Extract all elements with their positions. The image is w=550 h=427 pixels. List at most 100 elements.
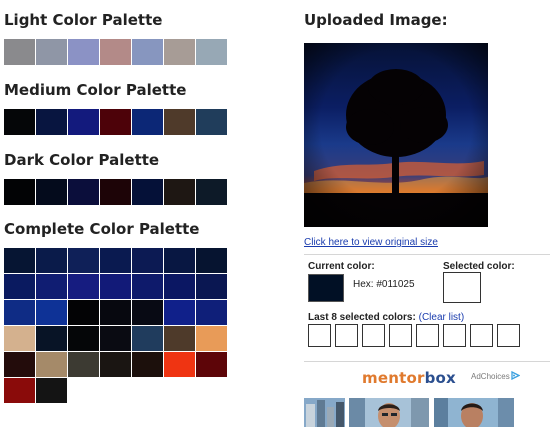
complete-palette-swatch[interactable] xyxy=(132,300,163,325)
dark-palette-swatch[interactable] xyxy=(132,179,163,205)
complete-palette-swatch[interactable] xyxy=(68,326,99,351)
light-palette-swatch[interactable] xyxy=(164,39,195,65)
complete-palette-swatch[interactable] xyxy=(36,274,67,299)
light-palette-swatch[interactable] xyxy=(100,39,131,65)
dark-palette-swatch[interactable] xyxy=(196,179,227,205)
medium-palette-swatch[interactable] xyxy=(132,109,163,135)
uploaded-image-title: Uploaded Image: xyxy=(304,11,448,29)
complete-palette-swatch[interactable] xyxy=(68,352,99,377)
divider xyxy=(304,254,550,255)
complete-palette-swatch[interactable] xyxy=(196,274,227,299)
complete-palette-swatch[interactable] xyxy=(100,248,131,273)
complete-palette-swatch[interactable] xyxy=(68,300,99,325)
complete-palette-swatch[interactable] xyxy=(100,274,131,299)
complete-palette-swatch[interactable] xyxy=(100,326,131,351)
complete-palette-swatch[interactable] xyxy=(196,300,227,325)
complete-palette-swatch[interactable] xyxy=(36,248,67,273)
history-color-slot[interactable] xyxy=(443,324,466,347)
light-palette-swatch[interactable] xyxy=(196,39,227,65)
divider xyxy=(304,361,550,362)
adchoices-triangle-icon xyxy=(511,370,521,382)
hex-prefix: Hex: xyxy=(353,279,377,290)
ad-choices[interactable]: AdChoices xyxy=(471,370,521,382)
complete-palette-swatch[interactable] xyxy=(196,326,227,351)
complete-palette-swatch[interactable] xyxy=(164,326,195,351)
current-color-hex: Hex: #011025 xyxy=(353,279,415,290)
medium-palette-swatches xyxy=(4,109,227,135)
uploaded-image[interactable] xyxy=(304,43,488,227)
history-color-slot[interactable] xyxy=(497,324,520,347)
medium-palette-swatch[interactable] xyxy=(196,109,227,135)
dark-palette-swatches xyxy=(4,179,227,205)
complete-palette-swatch[interactable] xyxy=(68,274,99,299)
light-palette-swatch[interactable] xyxy=(132,39,163,65)
medium-palette-swatch[interactable] xyxy=(100,109,131,135)
light-palette: Light Color Palette xyxy=(4,10,227,65)
light-palette-title: Light Color Palette xyxy=(4,11,163,29)
light-palette-swatches xyxy=(4,39,227,65)
complete-palette-swatch[interactable] xyxy=(4,274,35,299)
complete-palette-title: Complete Color Palette xyxy=(4,220,200,238)
medium-palette-swatch[interactable] xyxy=(164,109,195,135)
selected-color-swatch[interactable] xyxy=(443,272,481,303)
selected-colors-history xyxy=(308,324,520,347)
light-palette-swatch[interactable] xyxy=(68,39,99,65)
dark-palette-swatch[interactable] xyxy=(100,179,131,205)
complete-palette-swatch[interactable] xyxy=(196,352,227,377)
medium-palette-swatch[interactable] xyxy=(4,109,35,135)
clear-list-link[interactable]: (Clear list) xyxy=(419,312,465,323)
complete-palette-swatch[interactable] xyxy=(4,326,35,351)
dark-palette-swatch[interactable] xyxy=(36,179,67,205)
current-color-label: Current color: xyxy=(308,261,375,272)
dark-palette-swatch[interactable] xyxy=(4,179,35,205)
view-original-size-link[interactable]: Click here to view original size xyxy=(304,237,438,248)
history-color-slot[interactable] xyxy=(389,324,412,347)
last-selected-title: Last 8 selected colors: xyxy=(308,312,416,323)
history-color-slot[interactable] xyxy=(335,324,358,347)
complete-palette-swatch[interactable] xyxy=(196,248,227,273)
history-color-slot[interactable] xyxy=(308,324,331,347)
light-palette-swatch[interactable] xyxy=(36,39,67,65)
history-color-slot[interactable] xyxy=(362,324,385,347)
ad-choices-label: AdChoices xyxy=(471,372,510,381)
complete-palette-swatch[interactable] xyxy=(4,378,35,403)
medium-palette-title: Medium Color Palette xyxy=(4,81,187,99)
dark-palette-swatch[interactable] xyxy=(68,179,99,205)
complete-palette-swatch[interactable] xyxy=(164,274,195,299)
ad-photo-person-1[interactable] xyxy=(349,398,429,427)
hex-value: #011025 xyxy=(376,279,415,290)
complete-palette-swatch[interactable] xyxy=(100,352,131,377)
complete-palette-swatch[interactable] xyxy=(132,352,163,377)
complete-palette-swatch[interactable] xyxy=(4,248,35,273)
ad-brand-logo[interactable]: mentorbox xyxy=(362,369,456,387)
complete-palette-swatch[interactable] xyxy=(36,378,67,403)
complete-palette-swatch[interactable] xyxy=(164,248,195,273)
sunset-tree-photo[interactable] xyxy=(304,43,488,227)
complete-palette: Complete Color Palette xyxy=(4,219,227,403)
history-color-slot[interactable] xyxy=(470,324,493,347)
complete-palette-swatch[interactable] xyxy=(100,300,131,325)
complete-palette-swatch[interactable] xyxy=(132,274,163,299)
dark-palette-swatch[interactable] xyxy=(164,179,195,205)
complete-palette-swatch[interactable] xyxy=(132,248,163,273)
history-color-slot[interactable] xyxy=(416,324,439,347)
light-palette-swatch[interactable] xyxy=(4,39,35,65)
advertisement: mentorbox AdChoices xyxy=(304,366,550,427)
complete-palette-swatch[interactable] xyxy=(164,352,195,377)
complete-palette-swatch[interactable] xyxy=(164,300,195,325)
dark-palette: Dark Color Palette xyxy=(4,150,227,205)
complete-palette-swatch[interactable] xyxy=(36,352,67,377)
medium-palette-swatch[interactable] xyxy=(68,109,99,135)
current-color-swatch xyxy=(308,274,344,302)
ad-photo-person-2[interactable] xyxy=(434,398,514,427)
medium-palette-swatch[interactable] xyxy=(36,109,67,135)
ad-photo-city[interactable] xyxy=(304,398,345,427)
complete-palette-swatch[interactable] xyxy=(36,300,67,325)
complete-palette-swatch[interactable] xyxy=(36,326,67,351)
medium-palette: Medium Color Palette xyxy=(4,80,227,135)
complete-palette-swatch[interactable] xyxy=(4,352,35,377)
complete-palette-swatch[interactable] xyxy=(132,326,163,351)
selected-color-label: Selected color: xyxy=(443,261,515,272)
complete-palette-swatch[interactable] xyxy=(4,300,35,325)
complete-palette-swatch[interactable] xyxy=(68,248,99,273)
